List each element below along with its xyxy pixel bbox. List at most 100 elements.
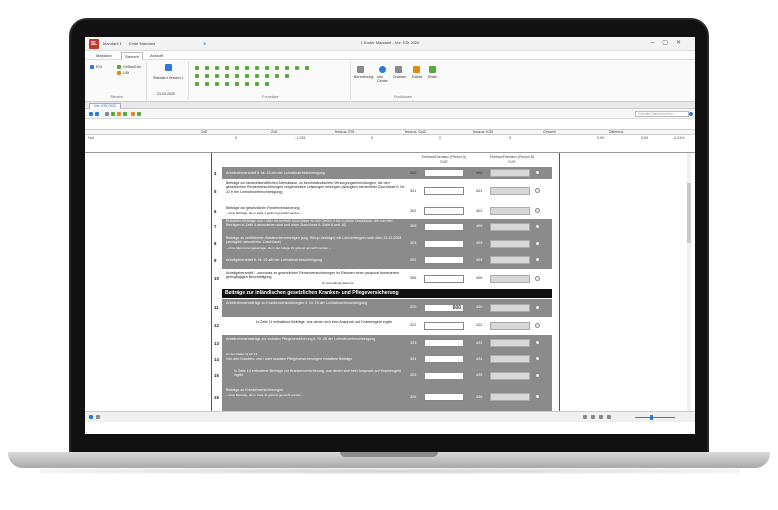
search-input[interactable]: Virtuelle Dienst suchen	[635, 111, 689, 117]
form-icon[interactable]	[205, 66, 209, 70]
ribbon-item-info-center[interactable]: Info Center	[377, 75, 391, 83]
vertical-scrollbar[interactable]	[687, 153, 691, 411]
amount-input[interactable]: 600	[424, 304, 464, 312]
elster-icon[interactable]	[429, 66, 436, 73]
details-icon[interactable]	[535, 241, 540, 246]
amount-input[interactable]	[424, 393, 464, 401]
tools-icon[interactable]	[413, 66, 420, 73]
form-icon[interactable]	[265, 74, 269, 78]
edit-icon[interactable]	[96, 415, 100, 419]
form-icon[interactable]	[285, 66, 289, 70]
amount-input[interactable]	[424, 187, 464, 195]
form-icon[interactable]	[265, 66, 269, 70]
form-icon[interactable]	[195, 82, 199, 86]
print-icon[interactable]	[395, 66, 402, 73]
zoom-slider-handle[interactable]	[650, 415, 653, 420]
note-icon[interactable]	[131, 112, 135, 116]
form-icon[interactable]	[255, 66, 259, 70]
form-icon[interactable]	[235, 66, 239, 70]
view-icon[interactable]	[591, 415, 595, 419]
form-icon[interactable]	[215, 66, 219, 70]
form-icon[interactable]	[255, 82, 259, 86]
form-icon[interactable]	[215, 74, 219, 78]
refresh-icon[interactable]	[137, 112, 141, 116]
details-icon[interactable]	[535, 305, 540, 310]
zoom-slider[interactable]	[635, 417, 675, 418]
form-icon[interactable]	[245, 82, 249, 86]
form-icon[interactable]	[195, 74, 199, 78]
form-icon[interactable]	[245, 66, 249, 70]
details-icon[interactable]	[535, 323, 540, 328]
form-icon[interactable]	[205, 82, 209, 86]
ribbon-item-elster[interactable]: Elster	[428, 75, 437, 79]
tab-mandant[interactable]: Mandant	[93, 52, 115, 60]
amount-input[interactable]	[490, 223, 530, 231]
details-icon[interactable]	[535, 257, 540, 262]
amount-input[interactable]	[424, 256, 464, 264]
form-icon[interactable]	[225, 82, 229, 86]
ribbon-item-ust[interactable]: USt	[123, 71, 129, 75]
form-icon[interactable]	[265, 82, 269, 86]
details-icon[interactable]	[535, 224, 540, 229]
details-icon[interactable]	[535, 170, 540, 175]
folder-icon[interactable]	[117, 112, 121, 116]
form-icon[interactable]	[295, 66, 299, 70]
amount-input[interactable]	[424, 169, 464, 177]
amount-input[interactable]	[490, 339, 530, 347]
view-icon[interactable]	[105, 112, 109, 116]
details-icon[interactable]	[535, 188, 540, 193]
amount-input[interactable]	[424, 240, 464, 248]
form-icon[interactable]	[225, 74, 229, 78]
form-icon[interactable]	[275, 74, 279, 78]
calculator-icon[interactable]	[357, 66, 364, 73]
form-icon[interactable]	[275, 66, 279, 70]
amount-input[interactable]	[424, 223, 464, 231]
ribbon-item-est[interactable]: ESt	[96, 65, 102, 69]
ribbon-item-drucken[interactable]: Drucken	[393, 75, 406, 79]
details-icon[interactable]	[535, 276, 540, 281]
version-label[interactable]: Standard Version 1	[153, 76, 184, 80]
view-icon[interactable]	[607, 415, 611, 419]
forward-icon[interactable]	[95, 112, 99, 116]
amount-input[interactable]	[490, 256, 530, 264]
window-controls[interactable]: –▢✕	[651, 39, 689, 46]
form-icon[interactable]	[111, 112, 115, 116]
amount-input[interactable]	[424, 339, 464, 347]
view-icon[interactable]	[583, 415, 587, 419]
form-icon[interactable]	[245, 74, 249, 78]
amount-input[interactable]	[424, 322, 464, 330]
scroll-thumb[interactable]	[687, 183, 691, 243]
ribbon-item-extras[interactable]: Extras	[412, 75, 422, 79]
form-icon[interactable]	[235, 74, 239, 78]
form-icon[interactable]	[305, 66, 309, 70]
amount-input[interactable]	[490, 187, 530, 195]
tab-ansicht[interactable]: Ansicht	[147, 52, 166, 60]
amount-input[interactable]	[490, 355, 530, 363]
amount-input[interactable]	[490, 372, 530, 380]
save-icon[interactable]	[165, 64, 172, 71]
help-icon[interactable]	[689, 112, 693, 116]
ribbon-item-berechnung[interactable]: Berechnung	[354, 75, 373, 79]
status-icon[interactable]	[89, 415, 93, 419]
check-icon[interactable]	[123, 112, 127, 116]
amount-input[interactable]	[424, 275, 464, 283]
amount-input[interactable]	[424, 372, 464, 380]
amount-input[interactable]	[490, 169, 530, 177]
amount-input[interactable]	[424, 207, 464, 215]
form-icon[interactable]	[225, 66, 229, 70]
amount-input[interactable]	[490, 240, 530, 248]
amount-input[interactable]	[490, 322, 530, 330]
amount-input[interactable]	[490, 207, 530, 215]
form-icon[interactable]	[205, 74, 209, 78]
back-icon[interactable]	[89, 112, 93, 116]
form-icon[interactable]	[215, 82, 219, 86]
amount-input[interactable]	[424, 355, 464, 363]
info-icon[interactable]	[379, 66, 386, 73]
details-icon[interactable]	[535, 340, 540, 345]
form-icon[interactable]	[255, 74, 259, 78]
view-icon[interactable]	[599, 415, 603, 419]
ribbon-item-grsteuer[interactable]: GrSteuErkl.	[123, 65, 142, 69]
form-icon[interactable]	[285, 74, 289, 78]
form-icon[interactable]	[235, 82, 239, 86]
amount-input[interactable]	[490, 275, 530, 283]
